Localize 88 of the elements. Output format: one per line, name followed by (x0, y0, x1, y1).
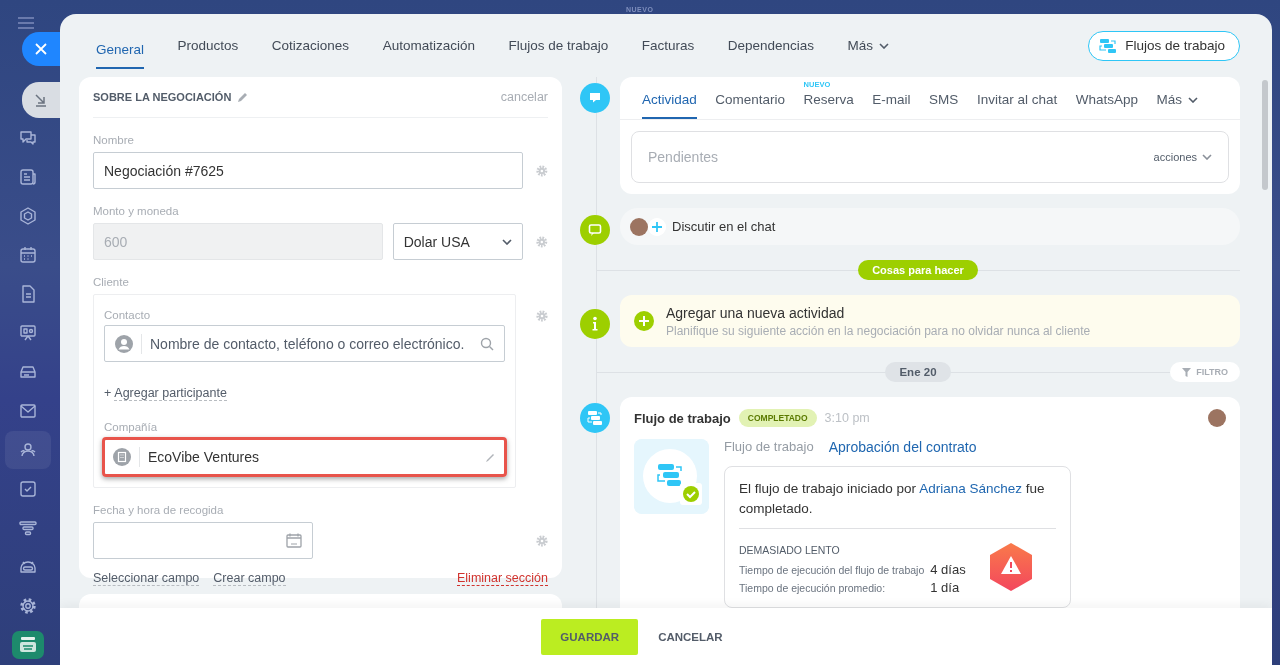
workflow-marker-icon (580, 403, 610, 433)
field-label: Fecha y hora de recogida (93, 504, 225, 516)
arrow-icon (34, 93, 48, 107)
calendar-icon (286, 533, 302, 548)
stat-value: 4 días (930, 562, 966, 577)
tab[interactable]: Facturas (641, 14, 695, 77)
tab[interactable]: Actividad (642, 77, 697, 119)
pencil-icon[interactable] (485, 451, 496, 463)
comment-marker-icon (580, 83, 610, 113)
scrollbar[interactable] (1262, 80, 1268, 190)
stat-value: 1 día (930, 580, 961, 595)
tab[interactable]: Automatización (382, 14, 475, 77)
close-icon (35, 43, 47, 55)
news-icon[interactable] (18, 166, 38, 187)
tab[interactable]: E-mail (872, 77, 911, 119)
status-badge: COMPLETADO (738, 409, 817, 427)
tab[interactable]: Más (847, 14, 890, 77)
tab[interactable]: General (96, 29, 145, 69)
field-label: Flujo de trabajo (724, 439, 814, 455)
tab[interactable]: Dependencias (727, 14, 815, 77)
building-icon (113, 448, 131, 466)
plus-sign: + (104, 386, 112, 401)
tab[interactable]: WhatsApp (1075, 77, 1138, 119)
menu-icon[interactable] (18, 17, 34, 29)
presentation-icon[interactable] (18, 322, 38, 343)
tab[interactable]: Flujos de trabajo (508, 14, 609, 77)
contacts-icon[interactable] (5, 430, 51, 469)
chat-marker-icon (580, 215, 610, 245)
company-field[interactable]: EcoVibe Ventures (102, 437, 507, 477)
hexagon-icon[interactable] (18, 205, 38, 226)
event-title: Flujo de trabajo (634, 410, 731, 426)
plus-icon (634, 311, 654, 331)
pencil-icon[interactable] (237, 91, 249, 103)
caret-icon (502, 238, 513, 245)
field-link[interactable]: Crear campo (213, 571, 286, 586)
person-icon (115, 334, 133, 353)
actions-dropdown[interactable]: acciones (1153, 151, 1212, 163)
filter-icon (1182, 367, 1192, 377)
close-button[interactable] (22, 32, 60, 66)
workflow-link[interactable]: Aprobación del contrato (828, 439, 977, 455)
card-title: Agregar una nueva actividad (666, 304, 846, 321)
tasks-icon[interactable] (18, 478, 38, 499)
field-label: Contacto (104, 309, 152, 321)
avatar (1208, 409, 1226, 427)
tab[interactable]: SMS (929, 77, 959, 119)
caret-icon (879, 42, 890, 49)
stat-label: Tiempo de ejecución promedio: (739, 581, 887, 594)
field-label: Monto y moneda (93, 205, 180, 217)
discuss-chat-button[interactable]: Discutir en el chat (620, 208, 1240, 245)
workflows-button[interactable]: Flujos de trabajo (1088, 30, 1240, 61)
app-icon[interactable] (12, 630, 44, 659)
date-field[interactable] (93, 522, 313, 559)
save-button[interactable]: GUARDAR (541, 618, 639, 655)
new-activity-card[interactable]: Agregar una nueva actividad Planifique su siguiente acción en la negociación para no olvidar nunca al cliente (620, 295, 1240, 347)
section-badge: Cosas para hacer (858, 260, 978, 280)
delete-section-link[interactable]: Eliminar sección (457, 571, 548, 586)
tab[interactable]: Cotizaciones (271, 14, 350, 77)
info-marker-icon (580, 309, 610, 339)
warning-title: DEMASIADO LENTO (739, 544, 841, 556)
message-text: El flujo de trabajo iniciado por Adriana Sánchez fue completado. (739, 479, 1056, 529)
field-link[interactable]: Seleccionar campo (93, 571, 200, 586)
date-badge: Ene 20 (885, 362, 951, 382)
minimize-button[interactable] (22, 82, 60, 118)
contact-search-field[interactable]: Nombre de contacto, teléfono o correo electrónico. (104, 325, 505, 362)
calendar-icon[interactable] (18, 244, 38, 265)
stat-label: Tiempo de ejecución del flujo de trabajo (739, 563, 925, 576)
event-time: 3:10 pm (824, 411, 870, 425)
workflow-icon (1099, 37, 1118, 54)
tab[interactable]: Productos (177, 14, 239, 77)
field-label: Nombre (93, 134, 135, 146)
add-participant-link[interactable]: Agregar participante (114, 386, 227, 401)
text-field[interactable]: Negociación #7625 (93, 152, 524, 189)
cancel-button[interactable]: CANCELAR (650, 618, 731, 655)
field-label: Cliente (93, 276, 130, 288)
todo-input-field[interactable]: Pendientes acciones (631, 131, 1229, 183)
section-title: SOBRE LA NEGOCIACIÓN (93, 91, 232, 103)
settings-icon[interactable] (18, 595, 38, 616)
avatar (630, 217, 648, 236)
search-icon (480, 336, 494, 351)
caret-icon (1187, 96, 1198, 103)
tab[interactable]: Comentario (715, 77, 786, 119)
tab[interactable]: Más (1156, 77, 1198, 119)
user-link[interactable]: Adriana Sánchez (919, 481, 1022, 496)
card-subtitle: Planifique su siguiente acción en la negociación para no olvidar nunca al cliente (666, 323, 1091, 338)
field-label: Compañía (104, 421, 159, 433)
caret-icon (1202, 154, 1212, 160)
tab[interactable]: Invitar al chat (976, 77, 1058, 119)
warning-icon (988, 541, 1034, 592)
